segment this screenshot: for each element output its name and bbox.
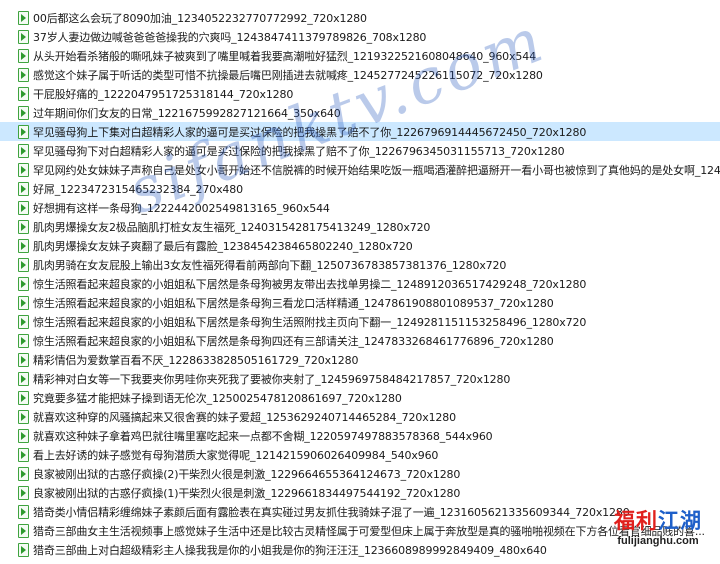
file-row[interactable]: 罕见骚母狗下对白超精彩人家的逼可是买过保险的把我操黑了赔不了你_12267963…: [0, 141, 720, 160]
file-name: 良家被刚出狱的古惑仔疯操(1)干柴烈火很是刺激_1229661834497544…: [33, 486, 461, 500]
video-file-icon: [18, 67, 29, 82]
file-name: 肌肉男爆操女友2极品脑肌打桩女友生福死_1240315428175413249_…: [33, 220, 431, 234]
file-name: 猎奇类小情侣精彩缠绵妹子素颜后面有露脸表在真实碰过男友抓住我骑妹子混了一遍_12…: [33, 505, 630, 519]
file-row[interactable]: 00后都这么会玩了8090加油_1234052232770772992_720x…: [0, 8, 720, 27]
file-row[interactable]: 肌肉男爆操女友2极品脑肌打桩女友生福死_1240315428175413249_…: [0, 217, 720, 236]
file-name: 精彩神对白女等一下我要夹你男哇你夹死我了要被你夹射了_1245969758484…: [33, 372, 511, 386]
file-row[interactable]: 良家被刚出狱的古惑仔疯操(1)干柴烈火很是刺激_1229661834497544…: [0, 483, 720, 502]
video-file-icon: [18, 276, 29, 291]
video-file-icon: [18, 105, 29, 120]
file-name: 好屌_1223472315465232384_270x480: [33, 182, 243, 196]
file-row[interactable]: 惊生活照看起来超良家的小姐姐私下居然是条母狗四还有三部请关注_124783326…: [0, 331, 720, 350]
file-row[interactable]: 肌肉男爆操女友妹子爽翻了最后有露脸_1238454238465802240_12…: [0, 236, 720, 255]
video-file-icon: [18, 371, 29, 386]
file-name: 猎奇三部曲上对白超级精彩主人操我我是你的小姐我是你的狗汪汪汪_123660898…: [33, 543, 547, 557]
file-row[interactable]: 37岁人妻边做边喊爸爸爸爸操我的穴爽吗_1243847411379789826_…: [0, 27, 720, 46]
file-name: 究竟要多猛才能把妹子操到语无伦次_1250025478120861697_720…: [33, 391, 402, 405]
file-name: 就喜欢这种妹子拿着鸡巴就往嘴里塞吃起来一点都不舍糊_12205974978835…: [33, 429, 493, 443]
video-file-icon: [18, 238, 29, 253]
file-row[interactable]: 肌肉男骑在女友屁股上输出3女友性福死得看前两部向下翻_1250736783857…: [0, 255, 720, 274]
file-row[interactable]: 猎奇类小情侣精彩缠绵妹子素颜后面有露脸表在真实碰过男友抓住我骑妹子混了一遍_12…: [0, 502, 720, 521]
video-file-icon: [18, 143, 29, 158]
video-file-icon: [18, 409, 29, 424]
file-list: 00后都这么会玩了8090加油_1234052232770772992_720x…: [0, 8, 720, 559]
video-file-icon: [18, 86, 29, 101]
file-name: 37岁人妻边做边喊爸爸爸爸操我的穴爽吗_1243847411379789826_…: [33, 30, 427, 44]
file-row[interactable]: 精彩神对白女等一下我要夹你男哇你夹死我了要被你夹射了_1245969758484…: [0, 369, 720, 388]
file-row[interactable]: 惊生活照看起来超良家的小姐姐私下居然是条母狗被男友带出去找单男操二_124891…: [0, 274, 720, 293]
file-name: 肌肉男爆操女友妹子爽翻了最后有露脸_1238454238465802240_12…: [33, 239, 413, 253]
file-name: 00后都这么会玩了8090加油_1234052232770772992_720x…: [33, 11, 367, 25]
video-file-icon: [18, 466, 29, 481]
file-name: 罕见骚母狗下对白超精彩人家的逼可是买过保险的把我操黑了赔不了你_12267963…: [33, 144, 565, 158]
video-file-icon: [18, 295, 29, 310]
video-file-icon: [18, 447, 29, 462]
video-file-icon: [18, 542, 29, 557]
file-row[interactable]: 好想拥有这样一条母狗_1222442002549813165_960x544: [0, 198, 720, 217]
file-name: 就喜欢这种穿的风骚搞起来又很舍赛的妹子爱超_125362924071446528…: [33, 410, 456, 424]
file-row[interactable]: 良家被刚出狱的古惑仔疯操(2)干柴烈火很是刺激_1229664655364124…: [0, 464, 720, 483]
file-name: 良家被刚出狱的古惑仔疯操(2)干柴烈火很是刺激_1229664655364124…: [33, 467, 461, 481]
file-name: 看上去好诱的妹子感觉有母狗潜质大家觉得呢_1214215906026409984…: [33, 448, 439, 462]
file-row[interactable]: 惊生活照看起来超良家的小姐姐私下居然是条母狗三看龙口活样精通_124786190…: [0, 293, 720, 312]
video-file-icon: [18, 504, 29, 519]
file-name: 惊生活照看起来超良家的小姐姐私下居然是条母狗三看龙口活样精通_124786190…: [33, 296, 554, 310]
file-row[interactable]: 好屌_1223472315465232384_270x480: [0, 179, 720, 198]
file-name: 罕见骚母狗上下集对白超精彩人家的逼可是买过保险的把我操黑了赔不了你_122679…: [33, 125, 587, 139]
video-file-icon: [18, 390, 29, 405]
video-file-icon: [18, 181, 29, 196]
video-file-icon: [18, 352, 29, 367]
video-file-icon: [18, 162, 29, 177]
file-row[interactable]: 究竟要多猛才能把妹子操到语无伦次_1250025478120861697_720…: [0, 388, 720, 407]
file-row[interactable]: 惊生活照看起来超良家的小姐姐私下居然是条母狗生活照附找主页向下翻一_124928…: [0, 312, 720, 331]
file-row[interactable]: 感觉这个妹子属于听话的类型可惜不抗操最后嘴巴刚插进去就喊疼_1245277245…: [0, 65, 720, 84]
file-row[interactable]: 干屁股好痛的_1222047951725318144_720x1280: [0, 84, 720, 103]
video-file-icon: [18, 29, 29, 44]
file-name: 感觉这个妹子属于听话的类型可惜不抗操最后嘴巴刚插进去就喊疼_1245277245…: [33, 68, 543, 82]
file-row[interactable]: 精彩情侣为爱数掌百看不厌_1228633828505161729_720x128…: [0, 350, 720, 369]
video-file-icon: [18, 200, 29, 215]
video-file-icon: [18, 523, 29, 538]
file-name: 过年期间你们女友的日常_1221675992827121664_350x640: [33, 106, 341, 120]
file-row[interactable]: 猎奇三部曲女主生活视频事上感觉妹子生活中还是比较古灵精怪属于可爱型但床上属于奔放…: [0, 521, 720, 540]
file-row[interactable]: 从头开始看杀猪般的嘶吼妹子被爽到了嘴里喊着我要高潮啦好猛烈_1219322521…: [0, 46, 720, 65]
file-name: 罕见网约处女妹妹子声称自己是处女小哥开始还不信脱裤的时候开始结果吃饭一瓶喝酒灌醉…: [33, 163, 720, 177]
file-name: 干屁股好痛的_1222047951725318144_720x1280: [33, 87, 294, 101]
video-file-icon: [18, 48, 29, 63]
file-name: 惊生活照看起来超良家的小姐姐私下居然是条母狗四还有三部请关注_124783326…: [33, 334, 554, 348]
file-name: 精彩情侣为爱数掌百看不厌_1228633828505161729_720x128…: [33, 353, 359, 367]
video-file-icon: [18, 314, 29, 329]
file-name: 惊生活照看起来超良家的小姐姐私下居然是条母狗生活照附找主页向下翻一_124928…: [33, 315, 587, 329]
file-row[interactable]: 就喜欢这种妹子拿着鸡巴就往嘴里塞吃起来一点都不舍糊_12205974978835…: [0, 426, 720, 445]
video-file-icon: [18, 257, 29, 272]
file-row[interactable]: 罕见网约处女妹妹子声称自己是处女小哥开始还不信脱裤的时候开始结果吃饭一瓶喝酒灌醉…: [0, 160, 720, 179]
file-name: 好想拥有这样一条母狗_1222442002549813165_960x544: [33, 201, 330, 215]
file-row[interactable]: 看上去好诱的妹子感觉有母狗潜质大家觉得呢_1214215906026409984…: [0, 445, 720, 464]
video-file-icon: [18, 10, 29, 25]
video-file-icon: [18, 124, 29, 139]
video-file-icon: [18, 333, 29, 348]
file-row[interactable]: 过年期间你们女友的日常_1221675992827121664_350x640: [0, 103, 720, 122]
video-file-icon: [18, 485, 29, 500]
file-row-selected[interactable]: 罕见骚母狗上下集对白超精彩人家的逼可是买过保险的把我操黑了赔不了你_122679…: [0, 122, 720, 141]
file-name: 惊生活照看起来超良家的小姐姐私下居然是条母狗被男友带出去找单男操二_124891…: [33, 277, 587, 291]
file-name: 猎奇三部曲女主生活视频事上感觉妹子生活中还是比较古灵精怪属于可爱型但床上属于奔放…: [33, 524, 705, 538]
file-name: 从头开始看杀猪般的嘶吼妹子被爽到了嘴里喊着我要高潮啦好猛烈_1219322521…: [33, 49, 536, 63]
file-row[interactable]: 就喜欢这种穿的风骚搞起来又很舍赛的妹子爱超_125362924071446528…: [0, 407, 720, 426]
video-file-icon: [18, 428, 29, 443]
file-name: 肌肉男骑在女友屁股上输出3女友性福死得看前两部向下翻_1250736783857…: [33, 258, 507, 272]
file-row[interactable]: 猎奇三部曲上对白超级精彩主人操我我是你的小姐我是你的狗汪汪汪_123660898…: [0, 540, 720, 559]
video-file-icon: [18, 219, 29, 234]
